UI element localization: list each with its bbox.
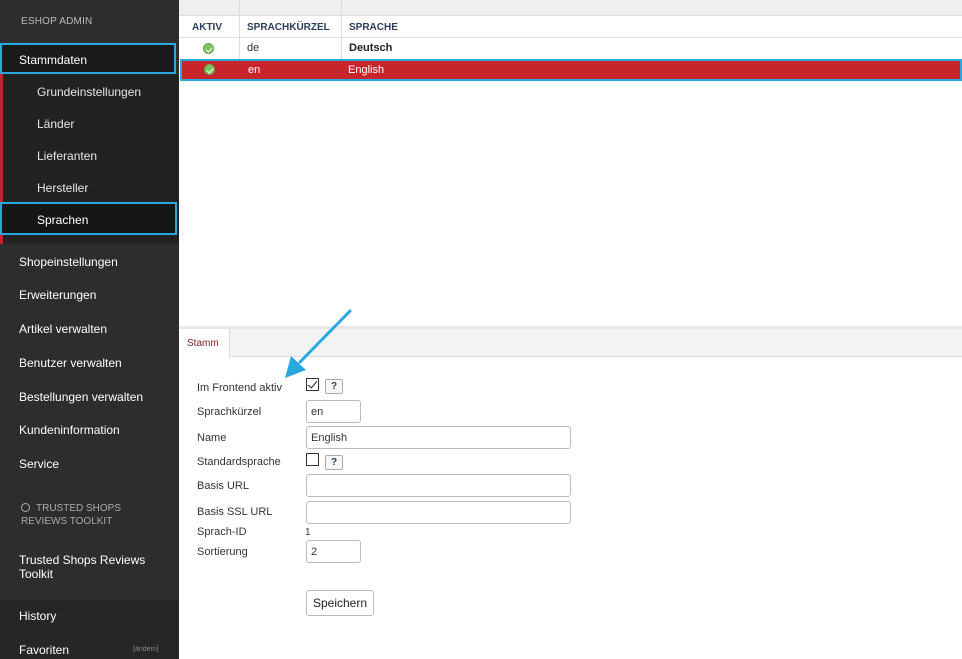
label-lang-id: Sprach-ID xyxy=(197,526,247,538)
label-name: Name xyxy=(197,432,227,444)
lang-id-value: 1 xyxy=(305,527,311,538)
table-row[interactable]: de Deutsch xyxy=(179,38,962,60)
nav-stammdaten[interactable]: Stammdaten xyxy=(0,43,176,74)
table-header: AKTIV SPRACHKÜRZEL SPRACHE xyxy=(179,17,962,38)
sidebar-item-lieferanten[interactable]: Lieferanten xyxy=(37,149,97,163)
nav-artikel-verwalten[interactable]: Artikel verwalten xyxy=(19,322,107,336)
nav-shopeinstellungen[interactable]: Shopeinstellungen xyxy=(19,255,118,269)
nav-favoriten[interactable]: Favoriten xyxy=(19,643,69,657)
sidebar-item-grundeinstellungen[interactable]: Grundeinstellungen xyxy=(37,85,141,99)
nav-stammdaten-label: Stammdaten xyxy=(19,53,88,67)
nav-trusted-shops-reviews-toolkit[interactable]: Trusted Shops Reviews Toolkit xyxy=(19,553,169,581)
help-icon[interactable]: ? xyxy=(325,455,343,470)
frontend-active-checkbox[interactable] xyxy=(306,378,319,391)
brand-title: ESHOP ADMIN xyxy=(21,16,93,27)
table-row-selected[interactable]: en English xyxy=(180,59,962,81)
section-trusted-shops-line1: TRUSTED SHOPS xyxy=(36,503,122,514)
cell-language[interactable]: Deutsch xyxy=(349,42,392,54)
section-trusted-shops: TRUSTED SHOPS REVIEWS TOOLKIT xyxy=(21,502,121,528)
save-button[interactable]: Speichern xyxy=(306,590,374,616)
sidebar: ESHOP ADMIN Stammdaten Grundeinstellunge… xyxy=(0,0,179,659)
cell-code: en xyxy=(248,64,261,76)
nav-kundeninformation[interactable]: Kundeninformation xyxy=(19,423,120,437)
language-edit-panel: Stamm Im Frontend aktiv ? Sprachkürzel N… xyxy=(179,329,962,659)
name-input[interactable] xyxy=(306,426,571,449)
sort-input[interactable] xyxy=(306,540,361,563)
help-icon[interactable]: ? xyxy=(325,379,343,394)
label-default-language: Standardsprache xyxy=(197,456,281,468)
active-status-icon xyxy=(203,43,214,54)
nav-erweiterungen[interactable]: Erweiterungen xyxy=(19,288,96,302)
sidebar-item-sprachen[interactable]: Sprachen xyxy=(0,202,177,235)
default-language-checkbox[interactable] xyxy=(306,453,319,466)
column-sprache[interactable]: SPRACHE xyxy=(349,22,398,33)
sidebar-item-hersteller[interactable]: Hersteller xyxy=(37,181,88,195)
label-base-url: Basis URL xyxy=(197,480,249,492)
base-url-input[interactable] xyxy=(306,474,571,497)
tab-stamm-label: Stamm xyxy=(187,338,219,349)
base-ssl-url-input[interactable] xyxy=(306,501,571,524)
nav-benutzer-verwalten[interactable]: Benutzer verwalten xyxy=(19,356,122,370)
list-toolbar xyxy=(179,0,962,16)
nav-service[interactable]: Service xyxy=(19,457,59,471)
label-code: Sprachkürzel xyxy=(197,406,262,418)
favorites-edit-link[interactable]: [ändern] xyxy=(133,646,159,653)
column-sprachkuerzel[interactable]: SPRACHKÜRZEL xyxy=(247,22,330,33)
nav-history[interactable]: History xyxy=(19,609,56,623)
section-trusted-shops-line2: REVIEWS TOOLKIT xyxy=(21,516,113,527)
label-frontend-active: Im Frontend aktiv xyxy=(197,382,282,394)
cell-code: de xyxy=(247,42,260,54)
tab-bar: Stamm xyxy=(179,329,962,358)
nav-bestellungen-verwalten[interactable]: Bestellungen verwalten xyxy=(19,390,143,404)
label-sort: Sortierung xyxy=(197,546,248,558)
cell-language[interactable]: English xyxy=(348,64,384,76)
sidebar-item-sprachen-label: Sprachen xyxy=(37,213,89,227)
trusted-shops-icon xyxy=(21,503,30,512)
label-base-ssl-url: Basis SSL URL xyxy=(197,506,273,518)
language-list: AKTIV SPRACHKÜRZEL SPRACHE de Deutsch en… xyxy=(179,0,962,326)
sidebar-item-laender[interactable]: Länder xyxy=(37,117,74,131)
active-status-icon xyxy=(204,64,215,75)
column-aktiv[interactable]: AKTIV xyxy=(192,22,222,33)
code-input[interactable] xyxy=(306,400,361,423)
tab-stamm[interactable]: Stamm xyxy=(179,329,230,358)
